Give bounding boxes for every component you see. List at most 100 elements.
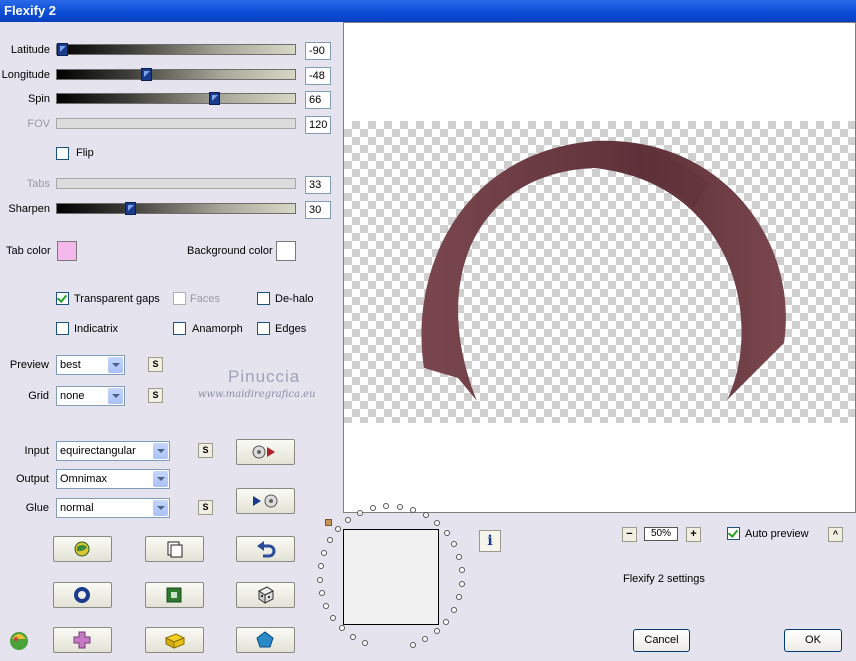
grid-select[interactable]: none <box>56 386 125 406</box>
navigator-handle[interactable] <box>325 519 332 526</box>
square-shape-button[interactable] <box>145 582 204 608</box>
spin-label: Spin <box>27 93 50 105</box>
background-color-swatch[interactable] <box>276 241 296 261</box>
output-select-value: Omnimax <box>60 473 108 485</box>
navigator-dot <box>362 640 368 646</box>
ring-icon <box>74 587 90 603</box>
longitude-slider[interactable] <box>56 68 296 81</box>
navigator-dot <box>434 520 440 526</box>
slider-thumb[interactable] <box>57 43 68 56</box>
pentagon-shape-button[interactable] <box>236 627 295 653</box>
navigator-dot <box>459 581 465 587</box>
latitude-label: Latitude <box>10 44 50 56</box>
glue-select-label: Glue <box>25 502 49 514</box>
de-halo-checkbox[interactable] <box>257 292 270 305</box>
edges-checkbox[interactable] <box>257 322 270 335</box>
play-input-button[interactable] <box>236 439 295 465</box>
navigator-dot <box>317 577 323 583</box>
anamorph-checkbox[interactable] <box>173 322 186 335</box>
navigator-dot <box>456 554 462 560</box>
navigator-dot <box>319 590 325 596</box>
navigator-dot <box>383 503 389 509</box>
grid-select-label: Grid <box>28 390 49 402</box>
de-halo-label: De-halo <box>275 293 314 305</box>
output-select[interactable]: Omnimax <box>56 469 170 489</box>
zoom-in-button[interactable]: + <box>686 527 701 542</box>
background-color-label: Background color <box>187 245 273 257</box>
chevron-down-icon[interactable] <box>153 443 168 459</box>
navigator-dot <box>370 505 376 511</box>
latitude-slider[interactable] <box>56 43 296 56</box>
cross-shape-button[interactable] <box>53 627 112 653</box>
collapse-button[interactable]: ^ <box>828 527 843 542</box>
navigator-dot <box>323 603 329 609</box>
navigator-dot <box>423 512 429 518</box>
navigator-dot <box>443 619 449 625</box>
chevron-down-icon[interactable] <box>153 500 168 516</box>
slider-thumb[interactable] <box>141 68 152 81</box>
copy-button[interactable] <box>145 536 204 562</box>
navigator-dot <box>357 510 363 516</box>
dice-icon <box>258 586 274 604</box>
gem-icon <box>10 632 28 650</box>
flip-checkbox[interactable] <box>56 147 69 160</box>
play-disc-icon <box>253 494 278 508</box>
indicatrix-checkbox[interactable] <box>56 322 69 335</box>
chevron-down-icon[interactable] <box>108 388 123 404</box>
transparent-gaps-label: Transparent gaps <box>74 293 160 305</box>
cancel-button[interactable]: Cancel <box>633 629 690 652</box>
navigator-dot <box>422 636 428 642</box>
spin-slider[interactable] <box>56 92 296 105</box>
sharpen-slider[interactable] <box>56 202 296 215</box>
brick-shape-button[interactable] <box>145 627 204 653</box>
input-s-button[interactable]: S <box>198 443 213 458</box>
navigator-thumbnail[interactable] <box>343 529 439 625</box>
zoom-level: 50% <box>644 527 678 541</box>
zoom-out-button[interactable]: − <box>622 527 637 542</box>
sharpen-field[interactable]: 30 <box>305 201 331 219</box>
navigator-dot <box>397 504 403 510</box>
longitude-label: Longitude <box>1 69 50 81</box>
faces-label: Faces <box>190 293 220 305</box>
play-output-button[interactable] <box>236 488 295 514</box>
slider-thumb[interactable] <box>125 202 136 215</box>
navigator-dot <box>410 507 416 513</box>
navigator-dot <box>335 526 341 532</box>
flip-label: Flip <box>76 147 94 159</box>
preview-s-button[interactable]: S <box>148 357 163 372</box>
slider-thumb[interactable] <box>209 92 220 105</box>
longitude-field[interactable]: -48 <box>305 67 331 85</box>
tab-color-label: Tab color <box>6 245 51 257</box>
sharpen-label: Sharpen <box>8 203 50 215</box>
info-button[interactable]: i <box>479 530 501 552</box>
tab-color-swatch[interactable] <box>57 241 77 261</box>
glue-select[interactable]: normal <box>56 498 170 518</box>
preview-canvas[interactable] <box>343 22 856 513</box>
transparent-gaps-checkbox[interactable] <box>56 292 69 305</box>
chevron-down-icon[interactable] <box>108 357 123 373</box>
faces-checkbox <box>173 292 186 305</box>
square-icon <box>166 587 182 603</box>
ring-shape-button[interactable] <box>53 582 112 608</box>
input-select[interactable]: equirectangular <box>56 441 170 461</box>
randomize-button[interactable] <box>53 536 112 562</box>
auto-preview-label: Auto preview <box>745 528 809 540</box>
input-select-label: Input <box>24 445 49 457</box>
undo-button[interactable] <box>236 536 295 562</box>
preview-select[interactable]: best <box>56 355 125 375</box>
chevron-down-icon[interactable] <box>153 471 168 487</box>
glue-select-value: normal <box>60 502 94 514</box>
dice-button[interactable] <box>236 582 295 608</box>
undo-icon <box>257 541 276 558</box>
grid-s-button[interactable]: S <box>148 388 163 403</box>
window-title: Flexify 2 <box>4 3 57 18</box>
latitude-field[interactable]: -90 <box>305 42 331 60</box>
ok-button[interactable]: OK <box>784 629 842 652</box>
check-mark-icon <box>727 527 739 538</box>
spin-field[interactable]: 66 <box>305 91 331 109</box>
globe-icon <box>74 541 90 557</box>
navigator-dot <box>456 594 462 600</box>
glue-s-button[interactable]: S <box>198 500 213 515</box>
check-mark-icon <box>56 292 68 303</box>
auto-preview-checkbox[interactable] <box>727 527 740 540</box>
